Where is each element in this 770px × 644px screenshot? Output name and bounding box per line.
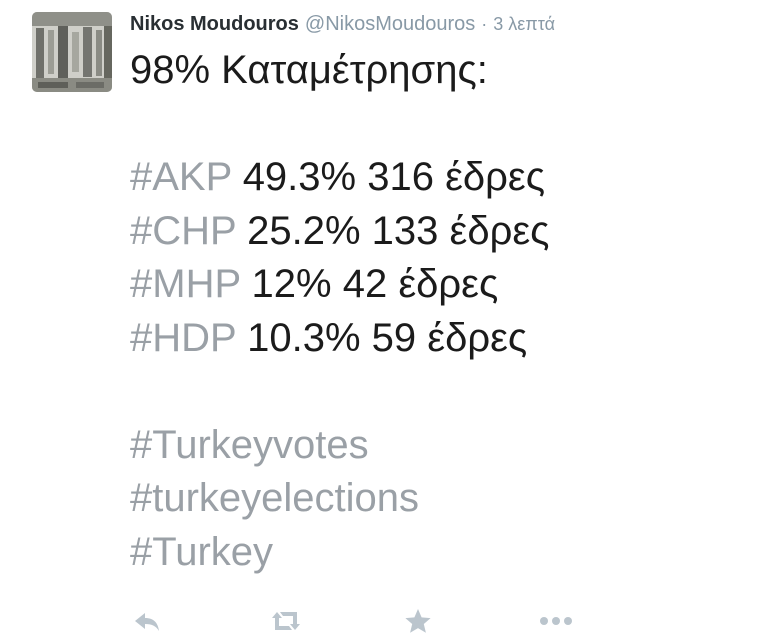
- more-button[interactable]: [536, 602, 576, 640]
- result-line-akp: #AKP 49.3% 316 έδρες: [130, 151, 549, 205]
- tweet-actions: [130, 602, 590, 640]
- reply-button[interactable]: [130, 602, 164, 640]
- result-value-hdp: 10.3% 59 έδρες: [247, 315, 528, 360]
- result-value-chp: 25.2% 133 έδρες: [247, 208, 550, 253]
- hashtag-chp[interactable]: #CHP: [130, 209, 236, 253]
- hashtag-turkey[interactable]: #Turkey: [130, 526, 549, 580]
- tweet-timestamp[interactable]: 3 λεπτά: [493, 14, 555, 34]
- result-line-mhp: #MHP 12% 42 έδρες: [130, 258, 549, 312]
- star-icon: [405, 609, 431, 633]
- hashtag-mhp[interactable]: #MHP: [130, 262, 240, 306]
- retweet-icon: [272, 612, 300, 630]
- separator-dot: ·: [481, 14, 488, 34]
- retweet-button[interactable]: [266, 602, 306, 640]
- author-handle[interactable]: @NikosMoudouros: [305, 13, 475, 35]
- tweet-header: Nikos Moudouros @NikosMoudouros · 3 λεπτά: [130, 10, 555, 40]
- tweet-text: 98% Καταμέτρησης: #AKP 49.3% 316 έδρες #…: [130, 44, 549, 579]
- avatar[interactable]: [32, 12, 112, 92]
- result-line-hdp: #HDP 10.3% 59 έδρες: [130, 312, 549, 366]
- reply-icon: [135, 613, 159, 631]
- result-line-chp: #CHP 25.2% 133 έδρες: [130, 205, 549, 259]
- hashtag-akp[interactable]: #AKP: [130, 155, 232, 199]
- tweet: Nikos Moudouros @NikosMoudouros · 3 λεπτά 9…: [0, 0, 770, 644]
- more-icon: [540, 617, 572, 625]
- result-value-mhp: 12% 42 έδρες: [251, 262, 499, 306]
- tweet-heading: 98% Καταμέτρησης:: [130, 48, 488, 92]
- hashtag-turkeyvotes[interactable]: #Turkeyvotes: [130, 419, 549, 473]
- avatar-image: [32, 12, 112, 92]
- favorite-button[interactable]: [402, 602, 434, 640]
- hashtag-turkeyelections[interactable]: #turkeyelections: [130, 472, 549, 526]
- hashtag-hdp[interactable]: #HDP: [130, 316, 236, 360]
- result-value-akp: 49.3% 316 έδρες: [242, 155, 546, 199]
- author-name[interactable]: Nikos Moudouros: [130, 13, 299, 35]
